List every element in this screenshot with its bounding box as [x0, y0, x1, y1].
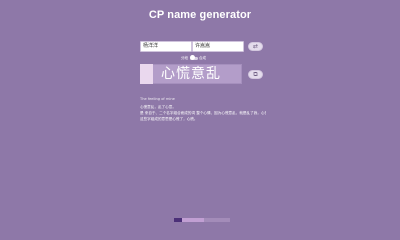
page-title: CP name generator [148, 9, 252, 21]
toggle-right-label: 合成 [199, 55, 206, 60]
swap-names-button[interactable]: ⇄ [248, 42, 263, 51]
mode-toggle[interactable]: 分段 合成 [181, 54, 206, 62]
description-line: 这些字组成的意思是心慌了，心慌。 [140, 116, 198, 121]
copy-icon: ⧉ [253, 71, 258, 78]
second-name-input[interactable] [192, 41, 244, 52]
description-line: 是 来自于、二个名字组合而成的词 整个心情、因为心慌意乱，就是乱了我，心慌意乱。 [140, 110, 266, 115]
footer-accent [174, 218, 182, 222]
toggle-left-label: 分段 [181, 55, 188, 60]
footer-bar[interactable] [174, 218, 230, 222]
first-name-input[interactable] [140, 41, 192, 52]
result-name: 心慌意乱 [161, 66, 221, 82]
copy-button[interactable]: ⧉ [248, 70, 263, 79]
description: The feeling of mine 心慌意乱，乱了心意。 是 来自于、二个名… [140, 96, 266, 122]
swap-icon: ⇄ [252, 43, 259, 50]
toggle-switch[interactable] [189, 55, 198, 60]
result-box: 心慌意乱 [140, 64, 242, 84]
description-title: The feeling of mine [140, 97, 175, 101]
footer-accent-light [182, 218, 204, 222]
toggle-knob[interactable] [189, 55, 195, 60]
